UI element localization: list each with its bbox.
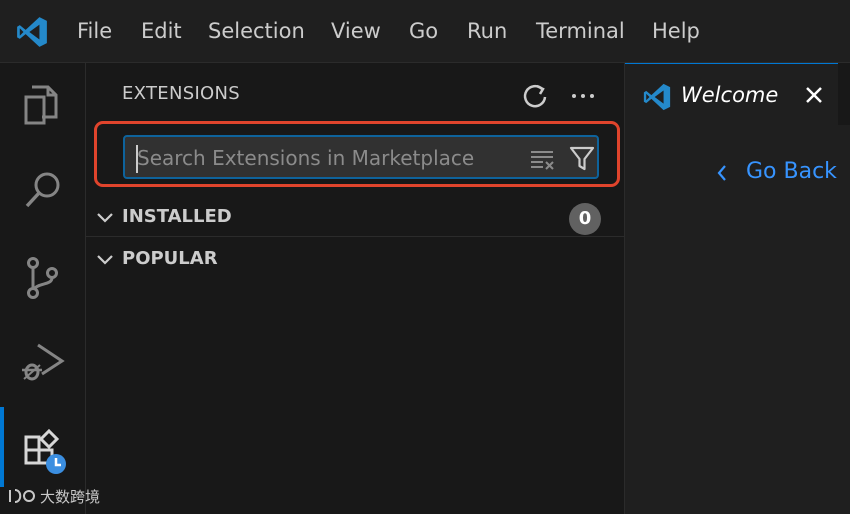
watermark-text: 大数跨境 [40,488,101,506]
chevron-down-icon [97,255,113,265]
run-debug-icon[interactable] [18,337,68,387]
chevron-left-icon [717,165,726,181]
more-actions-icon[interactable] [568,81,598,111]
menu-file[interactable]: File [77,16,112,46]
extensions-search-box[interactable] [123,135,599,179]
go-back-link[interactable]: Go Back [746,159,837,184]
watermark-logo-icon [9,489,35,503]
tab-welcome[interactable]: Welcome [625,63,838,126]
menu-selection[interactable]: Selection [208,16,305,46]
sidebar-title: EXTENSIONS [122,83,241,104]
text-caret [136,145,138,173]
section-popular-label: POPULAR [122,248,218,269]
menu-edit[interactable]: Edit [141,16,182,46]
vscode-logo-icon [17,17,47,47]
explorer-icon[interactable] [18,79,68,129]
title-bar: File Edit Selection View Go Run Terminal… [0,0,850,63]
vscode-logo-icon [643,83,671,111]
section-installed-label: INSTALLED [122,206,232,227]
active-indicator [0,407,4,487]
menu-go[interactable]: Go [409,16,438,46]
chevron-down-icon [97,213,113,223]
section-popular[interactable]: POPULAR [86,241,624,279]
filter-icon[interactable] [567,143,597,173]
extensions-sidebar: EXTENSIONS INSTALLED 0 [86,63,625,514]
clear-filter-icon[interactable] [529,145,557,173]
menu-run[interactable]: Run [467,16,507,46]
refresh-icon[interactable] [520,81,550,111]
activity-bar [0,63,86,514]
extensions-icon[interactable] [18,427,68,477]
menu-view[interactable]: View [331,16,381,46]
installed-count-badge: 0 [569,203,601,235]
source-control-icon[interactable] [18,253,68,303]
menu-terminal[interactable]: Terminal [536,16,625,46]
extensions-search-input[interactable] [135,142,519,174]
section-installed[interactable]: INSTALLED 0 [86,199,624,237]
editor-area: Welcome Go Back [625,63,850,514]
tab-label: Welcome [681,83,779,107]
search-icon[interactable] [18,165,68,215]
menu-help[interactable]: Help [652,16,700,46]
close-icon[interactable] [803,84,825,106]
